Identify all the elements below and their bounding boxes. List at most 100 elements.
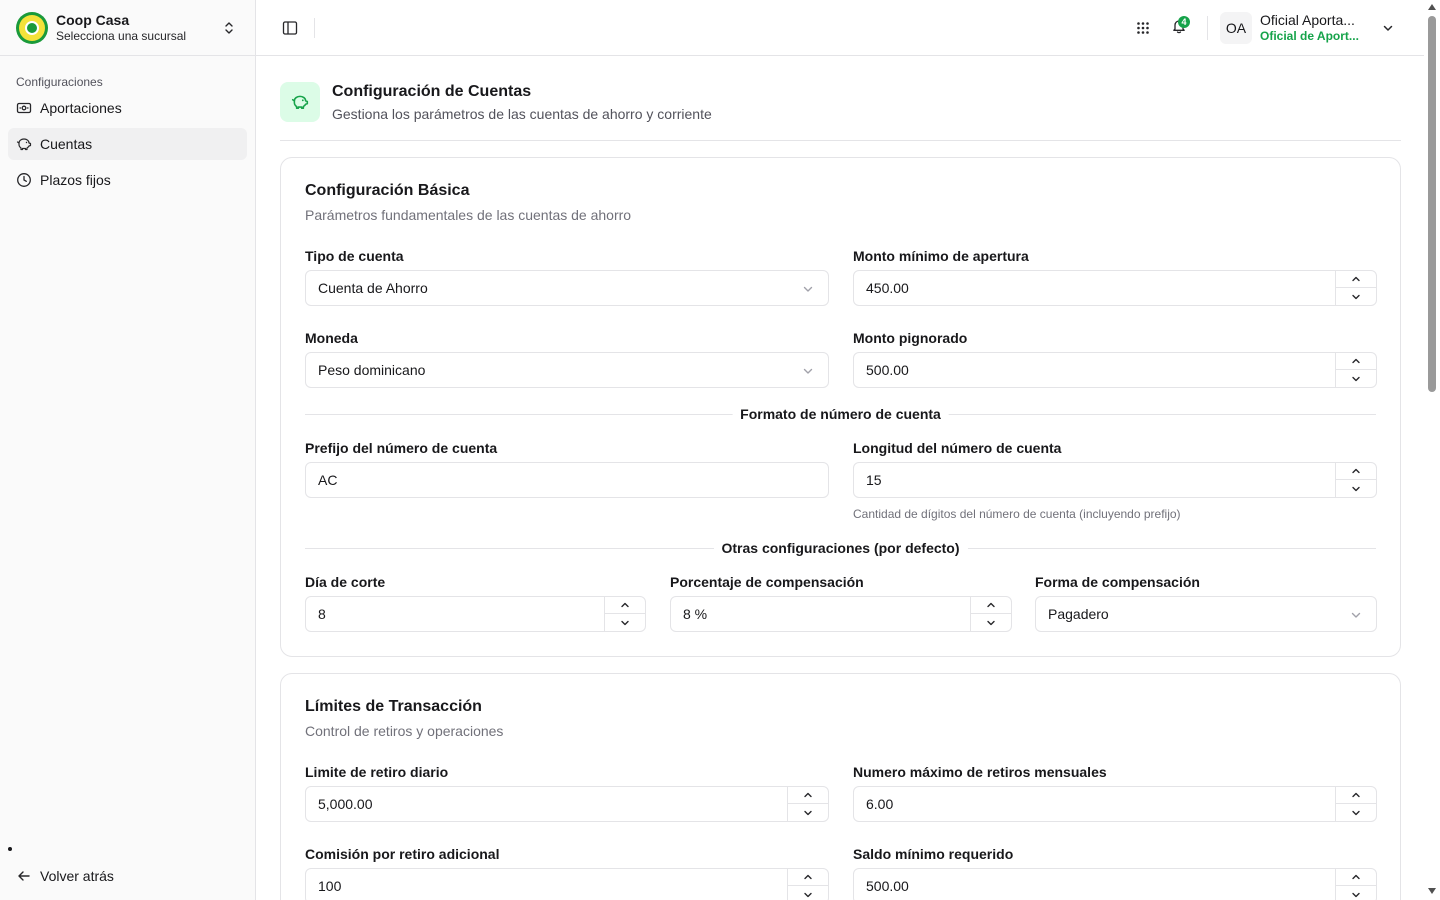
- chevrons-up-down-icon[interactable]: [219, 18, 239, 38]
- comp-percent-label: Porcentaje de compensación: [670, 574, 864, 590]
- page-title: Configuración de Cuentas: [332, 83, 532, 100]
- chevron-down-icon: [1350, 609, 1362, 621]
- decrement-button[interactable]: [1336, 804, 1376, 821]
- increment-button[interactable]: [1336, 787, 1376, 804]
- decrement-button[interactable]: [1336, 288, 1376, 305]
- account-type-select[interactable]: Cuenta de Ahorro: [305, 270, 829, 306]
- increment-button[interactable]: [1336, 353, 1376, 370]
- increment-button[interactable]: [971, 597, 1011, 614]
- sidebar: Coop Casa Selecciona una sucursal Config…: [0, 0, 256, 900]
- decrement-button[interactable]: [788, 804, 828, 821]
- notifications-button[interactable]: 4: [1163, 12, 1195, 44]
- card-title: Configuración Básica: [305, 182, 470, 199]
- card-title: Límites de Transacción: [305, 698, 482, 715]
- branch-switcher[interactable]: Coop Casa Selecciona una sucursal: [0, 0, 255, 56]
- brand-name: Coop Casa: [56, 11, 130, 28]
- comp-form-value: Pagadero: [1048, 606, 1109, 622]
- wallet-icon: [16, 100, 32, 116]
- extra-fee-label: Comisión por retiro adicional: [305, 846, 500, 862]
- length-input[interactable]: 15: [853, 462, 1377, 498]
- increment-button[interactable]: [788, 787, 828, 804]
- increment-button[interactable]: [1336, 271, 1376, 288]
- sidebar-toggle-icon[interactable]: [280, 18, 300, 38]
- transaction-limits-card: Límites de Transacción Control de retiro…: [280, 673, 1401, 900]
- page-subtitle: Gestiona los parámetros de las cuentas d…: [332, 106, 712, 122]
- avatar: OA: [1220, 11, 1252, 44]
- decrement-button[interactable]: [1336, 370, 1376, 387]
- back-button[interactable]: Volver atrás: [8, 860, 248, 892]
- max-withdrawals-input[interactable]: 6.00: [853, 786, 1377, 822]
- decrement-button[interactable]: [1336, 886, 1376, 900]
- chevron-down-icon[interactable]: [1380, 20, 1396, 36]
- number-stepper: [1335, 787, 1376, 821]
- sidebar-item-label: Cuentas: [40, 136, 93, 152]
- section-divider: Otras configuraciones (por defecto): [305, 539, 1376, 557]
- increment-button[interactable]: [1336, 463, 1376, 480]
- sidebar-item-cuentas[interactable]: Cuentas: [8, 128, 247, 160]
- min-opening-value: 450.00: [866, 280, 909, 296]
- arrow-left-icon: [16, 868, 32, 884]
- pledged-value: 500.00: [866, 362, 909, 378]
- top-header: 4 OA Oficial Aporta... Oficial de Aport.…: [256, 0, 1424, 56]
- piggy-bank-icon: [280, 82, 320, 122]
- cutoff-day-input[interactable]: 8: [305, 596, 646, 632]
- sidebar-item-label: Aportaciones: [40, 100, 122, 116]
- apps-grid-icon[interactable]: [1127, 12, 1159, 44]
- piggy-bank-icon: [16, 136, 32, 152]
- user-menu[interactable]: OA Oficial Aporta... Oficial de Aport...: [1220, 11, 1396, 44]
- currency-select[interactable]: Peso dominicano: [305, 352, 829, 388]
- number-stepper: [1335, 869, 1376, 900]
- chevron-down-icon: [802, 365, 814, 377]
- chevron-down-icon: [802, 283, 814, 295]
- min-balance-input[interactable]: 500.00: [853, 868, 1377, 900]
- increment-button[interactable]: [788, 869, 828, 886]
- cutoff-day-label: Día de corte: [305, 574, 386, 590]
- prefix-input[interactable]: AC: [305, 462, 829, 498]
- card-subtitle: Control de retiros y operaciones: [305, 723, 504, 739]
- length-hint: Cantidad de dígitos del número de cuenta…: [853, 507, 1181, 521]
- clock-icon: [16, 172, 32, 188]
- scroll-thumb[interactable]: [1428, 16, 1436, 392]
- number-stepper: [970, 597, 1011, 631]
- account-type-label: Tipo de cuenta: [305, 248, 404, 264]
- pledged-label: Monto pignorado: [853, 330, 968, 346]
- page-scrollbar[interactable]: [1424, 0, 1440, 900]
- sidebar-dot: [8, 847, 12, 851]
- decrement-button[interactable]: [605, 614, 645, 631]
- prefix-value: AC: [318, 472, 338, 488]
- prefix-label: Prefijo del número de cuenta: [305, 440, 498, 456]
- daily-limit-input[interactable]: 5,000.00: [305, 786, 829, 822]
- page-header: Configuración de Cuentas Gestiona los pa…: [280, 82, 1401, 141]
- pledged-input[interactable]: 500.00: [853, 352, 1377, 388]
- min-balance-value: 500.00: [866, 878, 909, 894]
- length-value: 15: [866, 472, 882, 488]
- number-stepper: [1335, 463, 1376, 497]
- sidebar-item-aportaciones[interactable]: Aportaciones: [8, 92, 247, 124]
- account-type-value: Cuenta de Ahorro: [318, 280, 428, 296]
- min-opening-input[interactable]: 450.00: [853, 270, 1377, 306]
- increment-button[interactable]: [1336, 869, 1376, 886]
- scroll-down-arrow-icon[interactable]: [1428, 888, 1436, 894]
- notification-badge: 4: [1178, 15, 1190, 28]
- scroll-up-arrow-icon[interactable]: [1428, 4, 1436, 10]
- comp-percent-value: 8 %: [683, 606, 708, 622]
- number-stepper: [1335, 271, 1376, 305]
- currency-value: Peso dominicano: [318, 362, 426, 378]
- decrement-button[interactable]: [971, 614, 1011, 631]
- number-stepper: [1335, 353, 1376, 387]
- cutoff-day-value: 8: [318, 606, 326, 622]
- other-section-label: Otras configuraciones (por defecto): [713, 539, 968, 557]
- sidebar-group-label: Configuraciones: [16, 75, 103, 89]
- sidebar-item-plazos-fijos[interactable]: Plazos fijos: [8, 164, 247, 196]
- comp-form-select[interactable]: Pagadero: [1035, 596, 1377, 632]
- number-stepper: [604, 597, 645, 631]
- sidebar-nav: Aportaciones Cuentas Plazos fijos: [0, 92, 255, 196]
- decrement-button[interactable]: [788, 886, 828, 900]
- back-label: Volver atrás: [40, 868, 114, 884]
- extra-fee-input[interactable]: 100: [305, 868, 829, 900]
- increment-button[interactable]: [605, 597, 645, 614]
- comp-percent-input[interactable]: 8 %: [670, 596, 1012, 632]
- sidebar-item-label: Plazos fijos: [40, 172, 111, 188]
- number-stepper: [787, 787, 828, 821]
- decrement-button[interactable]: [1336, 480, 1376, 497]
